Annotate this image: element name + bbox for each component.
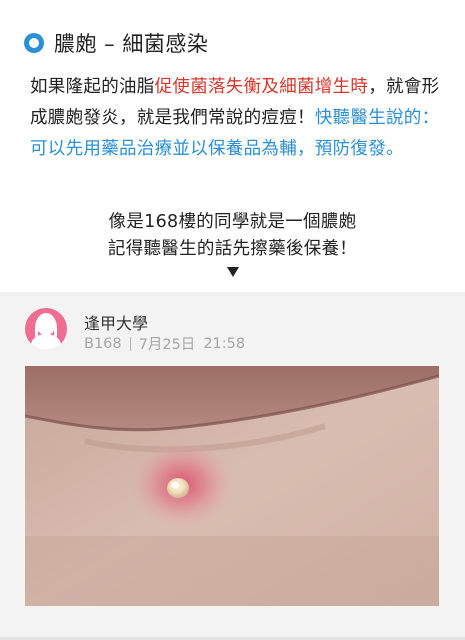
post-author[interactable]: 逢甲大學: [84, 310, 148, 334]
avatar-body: [31, 334, 61, 350]
photo-illustration: [25, 366, 439, 606]
avatar-head: [37, 315, 55, 335]
post-date: 7月25日: [138, 337, 196, 353]
meta-divider: [129, 336, 131, 351]
image-caption: 像是168樓的同學就是一個膿皰 記得聽醫生的話先擦藥後保養！: [0, 209, 465, 263]
post-floor: B168: [84, 335, 122, 352]
pustule-on-chin-photo[interactable]: [25, 366, 439, 606]
female-avatar-icon[interactable]: [25, 308, 67, 350]
caption-line-1: 像是168樓的同學就是一個膿皰: [108, 212, 357, 232]
post-meta: B168 7月25日 21:58: [84, 333, 245, 354]
circle-bullet-icon: [24, 33, 44, 53]
article-page: 膿皰 – 細菌感染 如果隆起的油脂促使菌落失衡及細菌增生時，就會形成膿皰發炎，就…: [0, 0, 465, 640]
caption-line-2: 記得聽醫生的話先擦藥後保養！: [107, 239, 358, 259]
paragraph-highlight-red: 促使菌落失衡及細菌增生時: [154, 77, 369, 97]
section-title: 膿皰 – 細菌感染: [54, 32, 209, 56]
post-time: 21:58: [203, 335, 246, 352]
post-card[interactable]: 逢甲大學 B168 7月25日 21:58: [0, 292, 465, 640]
paragraph-text: 如果隆起的油脂: [30, 77, 155, 97]
body-paragraph: 如果隆起的油脂促使菌落失衡及細菌增生時，就會形成膿皰發炎，就是我們常說的痘痘！快…: [30, 72, 440, 165]
section-header: 膿皰 – 細菌感染: [24, 28, 208, 58]
down-triangle-icon: [227, 267, 239, 277]
